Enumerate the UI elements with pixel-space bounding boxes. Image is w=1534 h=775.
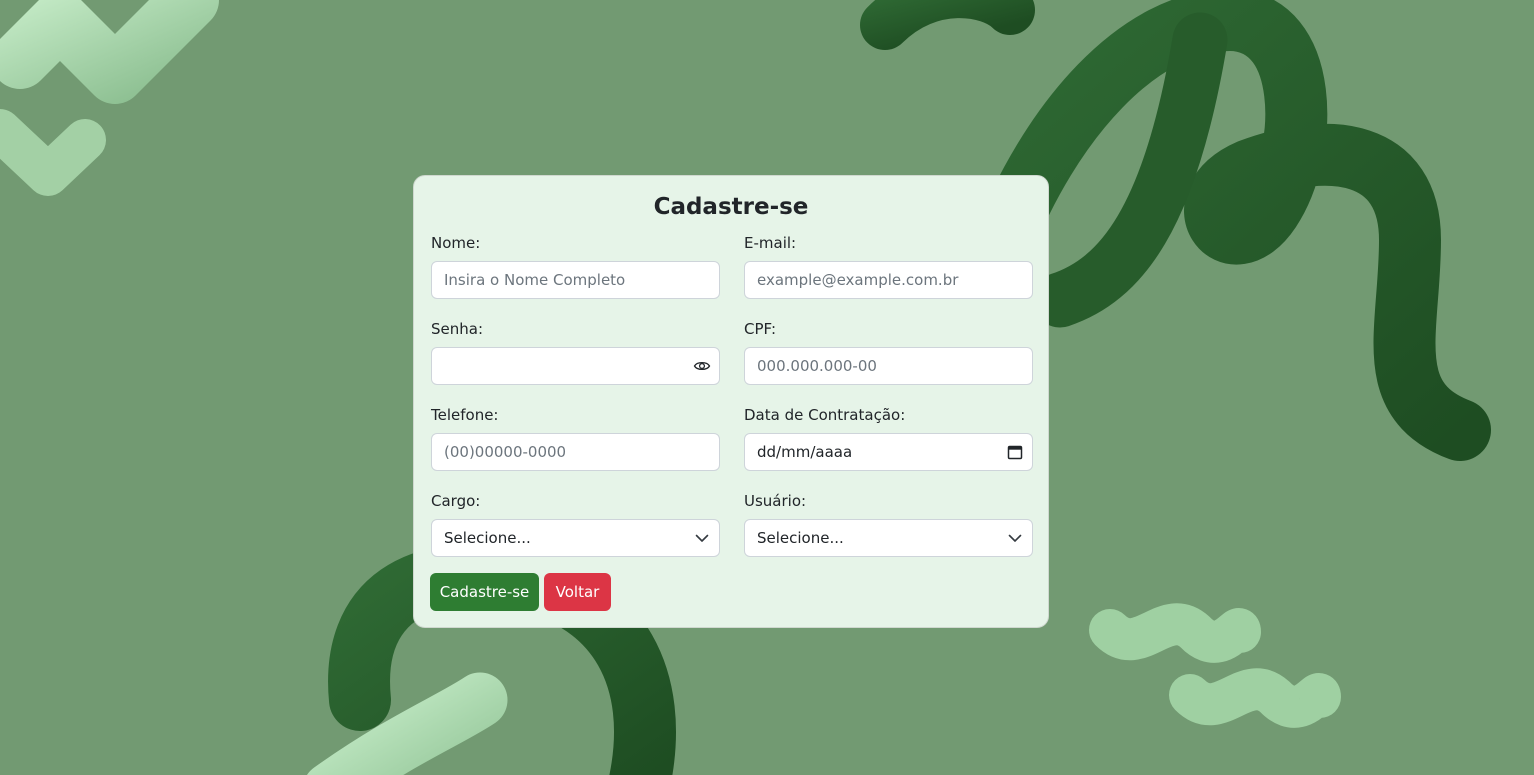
telefone-placeholder: (00)00000-0000 (444, 443, 567, 461)
telefone-label: Telefone: (431, 406, 499, 424)
data-contratacao-input[interactable]: dd/mm/aaaa (744, 433, 1033, 471)
senha-input[interactable] (431, 347, 720, 385)
nome-label: Nome: (431, 234, 481, 252)
email-label: E-mail: (744, 234, 797, 252)
cpf-label: CPF: (744, 320, 777, 338)
nome-group: Nome: Insira o Nome Completo (431, 233, 720, 299)
nome-input[interactable]: Insira o Nome Completo (431, 261, 720, 299)
email-input[interactable]: example@example.com.br (744, 261, 1033, 299)
usuario-select[interactable]: Selecione... (744, 519, 1033, 557)
signup-card: Cadastre-se Nome: Insira o Nome Completo… (413, 175, 1049, 628)
voltar-button[interactable]: Voltar (544, 573, 611, 611)
senha-group: Senha: (431, 319, 720, 385)
eye-icon[interactable] (693, 357, 711, 375)
cpf-input[interactable]: 000.000.000-00 (744, 347, 1033, 385)
chevron-down-icon (1008, 534, 1022, 542)
cargo-group: Cargo: Selecione... (431, 491, 720, 557)
calendar-icon[interactable] (1006, 443, 1024, 461)
data-contratacao-group: Data de Contratação: dd/mm/aaaa (744, 405, 1033, 471)
telefone-input[interactable]: (00)00000-0000 (431, 433, 720, 471)
data-contratacao-label: Data de Contratação: (744, 406, 906, 424)
email-placeholder: example@example.com.br (757, 271, 959, 289)
senha-label: Senha: (431, 320, 484, 338)
cpf-group: CPF: 000.000.000-00 (744, 319, 1033, 385)
data-contratacao-value: dd/mm/aaaa (757, 443, 853, 461)
usuario-selected: Selecione... (757, 529, 844, 547)
cargo-selected: Selecione... (444, 529, 531, 547)
telefone-group: Telefone: (00)00000-0000 (431, 405, 720, 471)
cargo-select[interactable]: Selecione... (431, 519, 720, 557)
nome-placeholder: Insira o Nome Completo (444, 271, 626, 289)
cpf-placeholder: 000.000.000-00 (757, 357, 877, 375)
form-title: Cadastre-se (653, 194, 809, 220)
cargo-label: Cargo: (431, 492, 481, 510)
cadastre-se-button[interactable]: Cadastre-se (430, 573, 539, 611)
usuario-group: Usuário: Selecione... (744, 491, 1033, 557)
email-group: E-mail: example@example.com.br (744, 233, 1033, 299)
usuario-label: Usuário: (744, 492, 807, 510)
chevron-down-icon (695, 534, 709, 542)
